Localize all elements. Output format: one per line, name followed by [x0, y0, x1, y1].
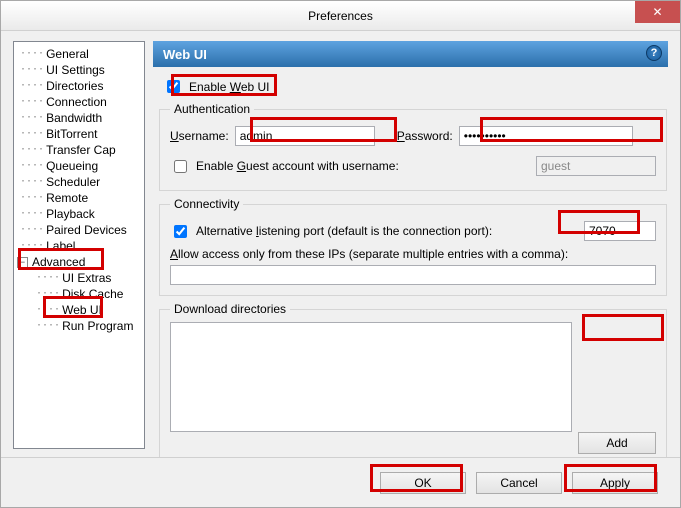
- alt-port-input[interactable]: [584, 221, 656, 241]
- download-directories-legend: Download directories: [170, 302, 290, 316]
- tree-item-connection[interactable]: ····Connection: [14, 94, 144, 110]
- alt-port-label: Alternative listening port (default is t…: [196, 224, 492, 238]
- window-title: Preferences: [308, 9, 373, 23]
- category-tree[interactable]: ····General ····UI Settings ····Director…: [13, 41, 145, 449]
- tree-item-ui-settings[interactable]: ····UI Settings: [14, 62, 144, 78]
- tree-item-paired-devices[interactable]: ····Paired Devices: [14, 222, 144, 238]
- tree-item-bandwidth[interactable]: ····Bandwidth: [14, 110, 144, 126]
- password-label: Password:: [397, 129, 453, 143]
- guest-username-input: [536, 156, 656, 176]
- panel-heading: Web UI: [163, 47, 207, 62]
- enable-webui-checkbox[interactable]: [167, 80, 180, 93]
- titlebar: Preferences ✕: [1, 1, 680, 31]
- tree-item-bittorrent[interactable]: ····BitTorrent: [14, 126, 144, 142]
- apply-button[interactable]: Apply: [572, 472, 658, 494]
- username-label: Username:: [170, 129, 229, 143]
- ok-button[interactable]: OK: [380, 472, 466, 494]
- close-icon: ✕: [652, 5, 662, 19]
- download-directories-list[interactable]: [170, 322, 572, 432]
- collapse-icon[interactable]: −: [17, 257, 28, 268]
- tree-item-run-program[interactable]: ····Run Program: [14, 318, 144, 334]
- dialog-body: ····General ····UI Settings ····Director…: [1, 31, 680, 457]
- authentication-group: Authentication Username: Password: Enabl…: [159, 102, 667, 191]
- dialog-footer: OK Cancel Apply: [1, 457, 680, 507]
- connectivity-legend: Connectivity: [170, 197, 243, 211]
- tree-item-directories[interactable]: ····Directories: [14, 78, 144, 94]
- allowed-ips-label: Allow access only from these IPs (separa…: [170, 247, 568, 261]
- add-directory-button[interactable]: Add: [578, 432, 656, 454]
- tree-item-playback[interactable]: ····Playback: [14, 206, 144, 222]
- tree-item-label[interactable]: ····Label: [14, 238, 144, 254]
- guest-checkbox[interactable]: [174, 160, 187, 173]
- tree-item-transfer-cap[interactable]: ····Transfer Cap: [14, 142, 144, 158]
- panel-heading-bar: Web UI ?: [153, 41, 668, 67]
- tree-item-disk-cache[interactable]: ····Disk Cache: [14, 286, 144, 302]
- help-icon[interactable]: ?: [646, 45, 662, 61]
- tree-item-scheduler[interactable]: ····Scheduler: [14, 174, 144, 190]
- authentication-legend: Authentication: [170, 102, 254, 116]
- username-input[interactable]: [235, 126, 375, 146]
- tree-item-web-ui[interactable]: ····Web UI: [14, 302, 144, 318]
- preferences-window: Preferences ✕ ····General ····UI Setting…: [0, 0, 681, 508]
- guest-label: Enable Guest account with username:: [196, 159, 399, 173]
- close-button[interactable]: ✕: [635, 1, 680, 23]
- enable-webui-label: Enable Web UI: [189, 80, 270, 94]
- settings-panel: Web UI ? Enable Web UI Authentication Us…: [153, 41, 668, 457]
- password-input[interactable]: [459, 126, 633, 146]
- alt-port-checkbox[interactable]: [174, 225, 187, 238]
- allowed-ips-input[interactable]: [170, 265, 656, 285]
- tree-item-queueing[interactable]: ····Queueing: [14, 158, 144, 174]
- tree-item-remote[interactable]: ····Remote: [14, 190, 144, 206]
- tree-item-advanced[interactable]: − Advanced: [14, 254, 144, 270]
- tree-item-general[interactable]: ····General: [14, 46, 144, 62]
- connectivity-group: Connectivity Alternative listening port …: [159, 197, 667, 296]
- cancel-button[interactable]: Cancel: [476, 472, 562, 494]
- tree-item-ui-extras[interactable]: ····UI Extras: [14, 270, 144, 286]
